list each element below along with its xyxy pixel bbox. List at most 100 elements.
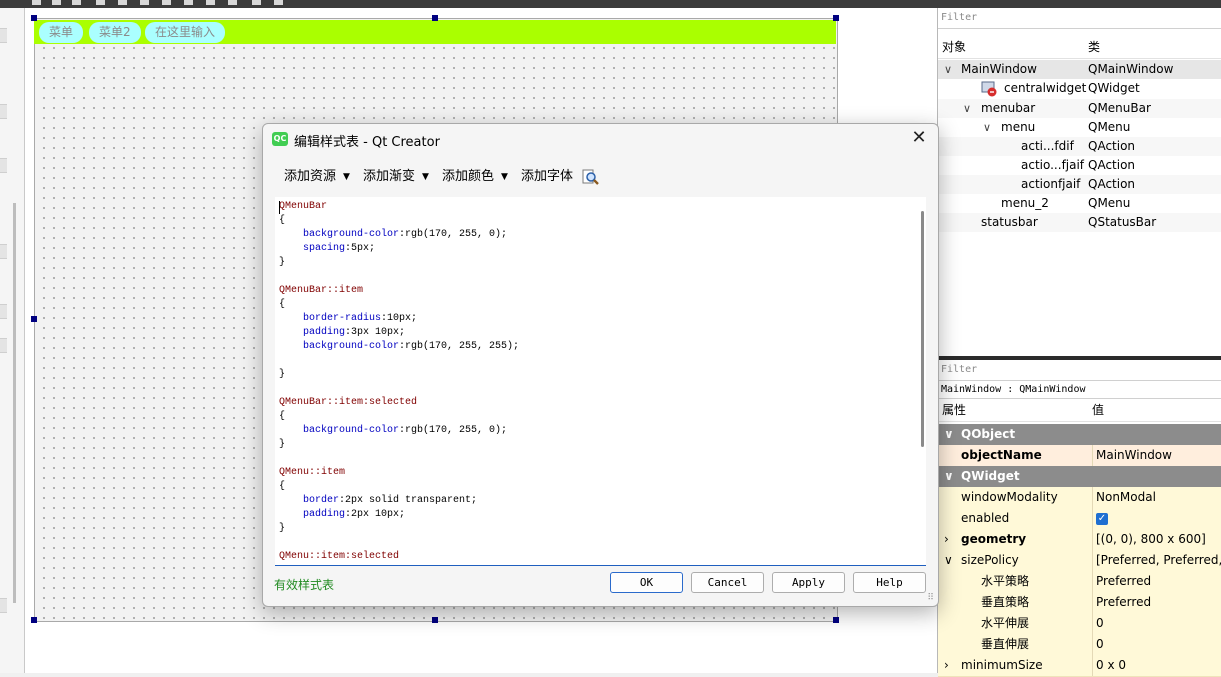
property-row-objectname[interactable]: objectName MainWindow	[938, 445, 1221, 467]
resize-handle[interactable]	[31, 617, 37, 623]
find-icon[interactable]	[582, 169, 599, 191]
property-row-enabled[interactable]: enabled ✓	[938, 508, 1221, 530]
tree-row-menu2[interactable]: menu_2 QMenu	[938, 194, 1221, 213]
enabled-checkbox[interactable]: ✓	[1096, 512, 1108, 525]
expand-arrow-icon[interactable]: ∨	[944, 60, 952, 79]
widget-category[interactable]	[0, 598, 7, 613]
property-value[interactable]: [Preferred, Preferred, 0	[1092, 550, 1221, 571]
widget-category[interactable]	[0, 104, 7, 119]
tree-row-menu[interactable]: ∨ menu QMenu	[938, 118, 1221, 137]
toolbar-icon[interactable]	[118, 0, 127, 5]
header-class[interactable]: 类	[1088, 36, 1100, 58]
resize-handle[interactable]	[833, 617, 839, 623]
property-value[interactable]: NonModal	[1092, 487, 1156, 508]
property-row-hpolicy[interactable]: 水平策略 Preferred	[938, 571, 1221, 593]
add-font-button[interactable]: 添加字体	[521, 166, 573, 188]
widget-category[interactable]	[0, 244, 7, 259]
stylesheet-code-editor[interactable]: QMenuBar{ background-color:rgb(170, 255,…	[275, 197, 926, 566]
dropdown-arrow-icon[interactable]: ▼	[501, 166, 508, 188]
expand-arrow-icon[interactable]: ›	[944, 529, 949, 550]
dropdown-arrow-icon[interactable]: ▼	[343, 166, 350, 188]
toolbar-icon[interactable]	[140, 0, 149, 5]
collapse-arrow-icon[interactable]: ∨	[944, 466, 954, 487]
resize-handle[interactable]	[432, 15, 438, 21]
form-menubar[interactable]: 菜单 菜单2 在这里输入	[34, 20, 836, 44]
help-button[interactable]: Help	[853, 572, 926, 593]
header-property[interactable]: 属性	[942, 399, 966, 421]
property-row-windowmodality[interactable]: windowModality NonModal	[938, 487, 1221, 509]
toolbar-icon[interactable]	[184, 0, 193, 5]
expand-arrow-icon[interactable]: ∨	[963, 99, 971, 118]
tree-row-statusbar[interactable]: statusbar QStatusBar	[938, 213, 1221, 232]
header-value[interactable]: 值	[1092, 399, 1104, 421]
apply-button[interactable]: Apply	[772, 572, 845, 593]
tree-row-menubar[interactable]: ∨ menubar QMenuBar	[938, 99, 1221, 118]
css-value: :rgb(170, 255, 0);	[399, 425, 508, 436]
css-value: :5px;	[345, 243, 376, 254]
widget-box-scrollbar[interactable]	[13, 203, 16, 603]
ok-button[interactable]: OK	[610, 572, 683, 593]
close-icon[interactable]: ✕	[908, 127, 930, 149]
toolbar-icon[interactable]	[228, 0, 237, 5]
cancel-button[interactable]: Cancel	[691, 572, 764, 593]
property-row-geometry[interactable]: › geometry [(0, 0), 800 x 600]	[938, 529, 1221, 551]
css-value: :rgb(170, 255, 0);	[399, 229, 508, 240]
code-line: }	[279, 369, 286, 380]
property-value[interactable]: 0	[1092, 613, 1104, 634]
collapse-arrow-icon[interactable]: ∨	[944, 550, 953, 571]
resize-handle[interactable]	[432, 617, 438, 623]
property-value[interactable]: [(0, 0), 800 x 600]	[1092, 529, 1206, 550]
widget-category[interactable]	[0, 158, 7, 173]
toolbar-icon[interactable]	[96, 0, 105, 5]
property-row-minimumsize[interactable]: › minimumSize 0 x 0	[938, 655, 1221, 677]
toolbar-icon[interactable]	[32, 0, 41, 5]
object-filter-input[interactable]: Filter	[938, 8, 1221, 29]
edit-stylesheet-dialog: QC 编辑样式表 - Qt Creator ✕ 添加资源 ▼ 添加渐变 ▼ 添加…	[262, 123, 939, 607]
tree-row-action[interactable]: actio...fjaif QAction	[938, 156, 1221, 175]
object-name: actio...fjaif	[1021, 158, 1085, 172]
property-filter-input[interactable]: Filter	[938, 360, 1221, 381]
widget-category[interactable]	[0, 338, 7, 353]
property-value[interactable]: Preferred	[1092, 571, 1151, 592]
property-row-hstretch[interactable]: 水平伸展 0	[938, 613, 1221, 635]
property-value[interactable]: ✓	[1092, 508, 1108, 529]
toolbar-icon[interactable]	[252, 0, 261, 5]
property-value[interactable]: Preferred	[1092, 592, 1151, 613]
toolbar-icon[interactable]	[162, 0, 171, 5]
property-group-qwidget[interactable]: ∨ QWidget	[938, 466, 1221, 488]
resize-handle[interactable]	[31, 316, 37, 322]
tree-row-centralwidget[interactable]: centralwidget QWidget	[938, 79, 1221, 98]
menubar-item-menu2[interactable]: 菜单2	[89, 22, 141, 43]
tree-row-action[interactable]: acti...fdif QAction	[938, 137, 1221, 156]
dialog-titlebar[interactable]: QC 编辑样式表 - Qt Creator ✕	[263, 124, 938, 154]
expand-arrow-icon[interactable]: ∨	[983, 118, 991, 137]
add-resource-button[interactable]: 添加资源	[284, 166, 336, 188]
resize-grip-icon[interactable]: ⠿	[927, 593, 934, 603]
tree-row-action[interactable]: actionfjaif QAction	[938, 175, 1221, 194]
collapse-arrow-icon[interactable]: ∨	[944, 424, 954, 445]
dropdown-arrow-icon[interactable]: ▼	[422, 166, 429, 188]
header-object[interactable]: 对象	[942, 36, 966, 58]
toolbar-icon[interactable]	[72, 0, 81, 5]
editor-scrollbar[interactable]	[921, 211, 924, 447]
property-row-vpolicy[interactable]: 垂直策略 Preferred	[938, 592, 1221, 614]
widget-category[interactable]	[0, 304, 7, 319]
toolbar-icon[interactable]	[206, 0, 215, 5]
property-value[interactable]: MainWindow	[1092, 445, 1172, 466]
property-row-vstretch[interactable]: 垂直伸展 0	[938, 634, 1221, 656]
add-color-button[interactable]: 添加颜色	[442, 166, 494, 188]
css-property: padding	[303, 509, 346, 520]
property-row-sizepolicy[interactable]: ∨ sizePolicy [Preferred, Preferred, 0	[938, 550, 1221, 572]
toolbar-icon[interactable]	[52, 0, 61, 5]
toolbar-icon[interactable]	[274, 0, 283, 5]
menubar-item-type-here[interactable]: 在这里输入	[145, 22, 226, 43]
resize-handle[interactable]	[833, 15, 839, 21]
resize-handle[interactable]	[31, 15, 37, 21]
widget-category[interactable]	[0, 28, 7, 43]
menubar-item-menu[interactable]: 菜单	[39, 22, 84, 43]
tree-row-mainwindow[interactable]: ∨ MainWindow QMainWindow	[938, 60, 1221, 79]
property-group-qobject[interactable]: ∨ QObject	[938, 424, 1221, 446]
add-gradient-button[interactable]: 添加渐变	[363, 166, 415, 188]
property-value[interactable]: 0	[1092, 634, 1104, 655]
